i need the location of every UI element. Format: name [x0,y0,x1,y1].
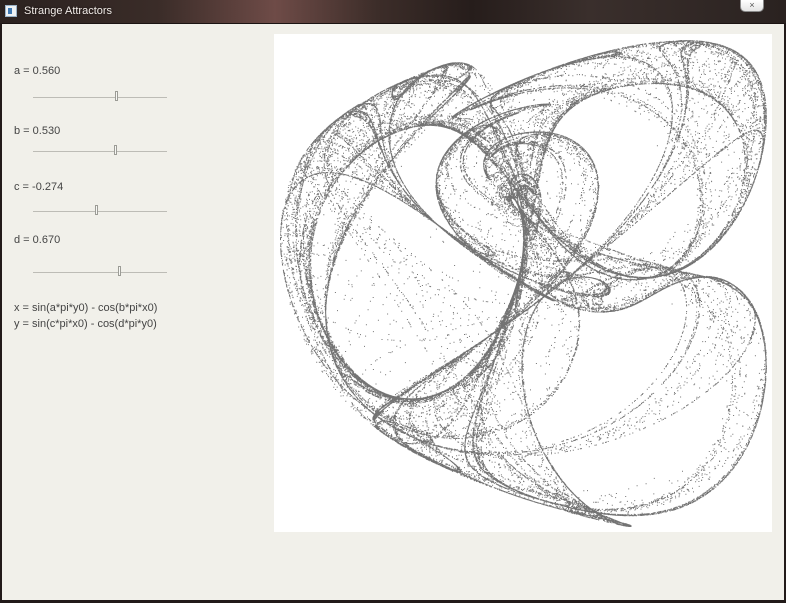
param-b-slider[interactable] [33,145,167,159]
param-d-label: d = 0.670 [14,234,61,246]
param-b-label: b = 0.530 [14,125,61,137]
window-app-icon [5,5,17,17]
slider-thumb[interactable] [115,91,118,101]
param-c-slider[interactable] [33,205,167,219]
title-bar[interactable]: Strange Attractors × [0,0,786,24]
param-d-slider[interactable] [33,266,167,280]
formula-y: y = sin(c*pi*x0) - cos(d*pi*y0) [14,318,157,330]
close-button[interactable]: × [740,0,764,12]
slider-thumb[interactable] [95,205,98,215]
close-icon: × [749,0,755,10]
slider-track [33,97,167,98]
attractor-canvas[interactable] [274,34,772,532]
window-title: Strange Attractors [24,5,113,17]
slider-track [33,272,167,273]
slider-thumb[interactable] [118,266,121,276]
slider-track [33,151,167,152]
app-window: Strange Attractors × a = 0.560 b = 0.530… [0,0,786,603]
attractor-plot [280,40,767,527]
window-frame-left [0,23,2,603]
slider-track [33,211,167,212]
attractor-points [280,40,767,527]
formula-x: x = sin(a*pi*y0) - cos(b*pi*x0) [14,302,158,314]
param-c-label: c = -0.274 [14,181,64,193]
param-a-slider[interactable] [33,91,167,105]
param-a-label: a = 0.560 [14,65,61,77]
slider-thumb[interactable] [114,145,117,155]
